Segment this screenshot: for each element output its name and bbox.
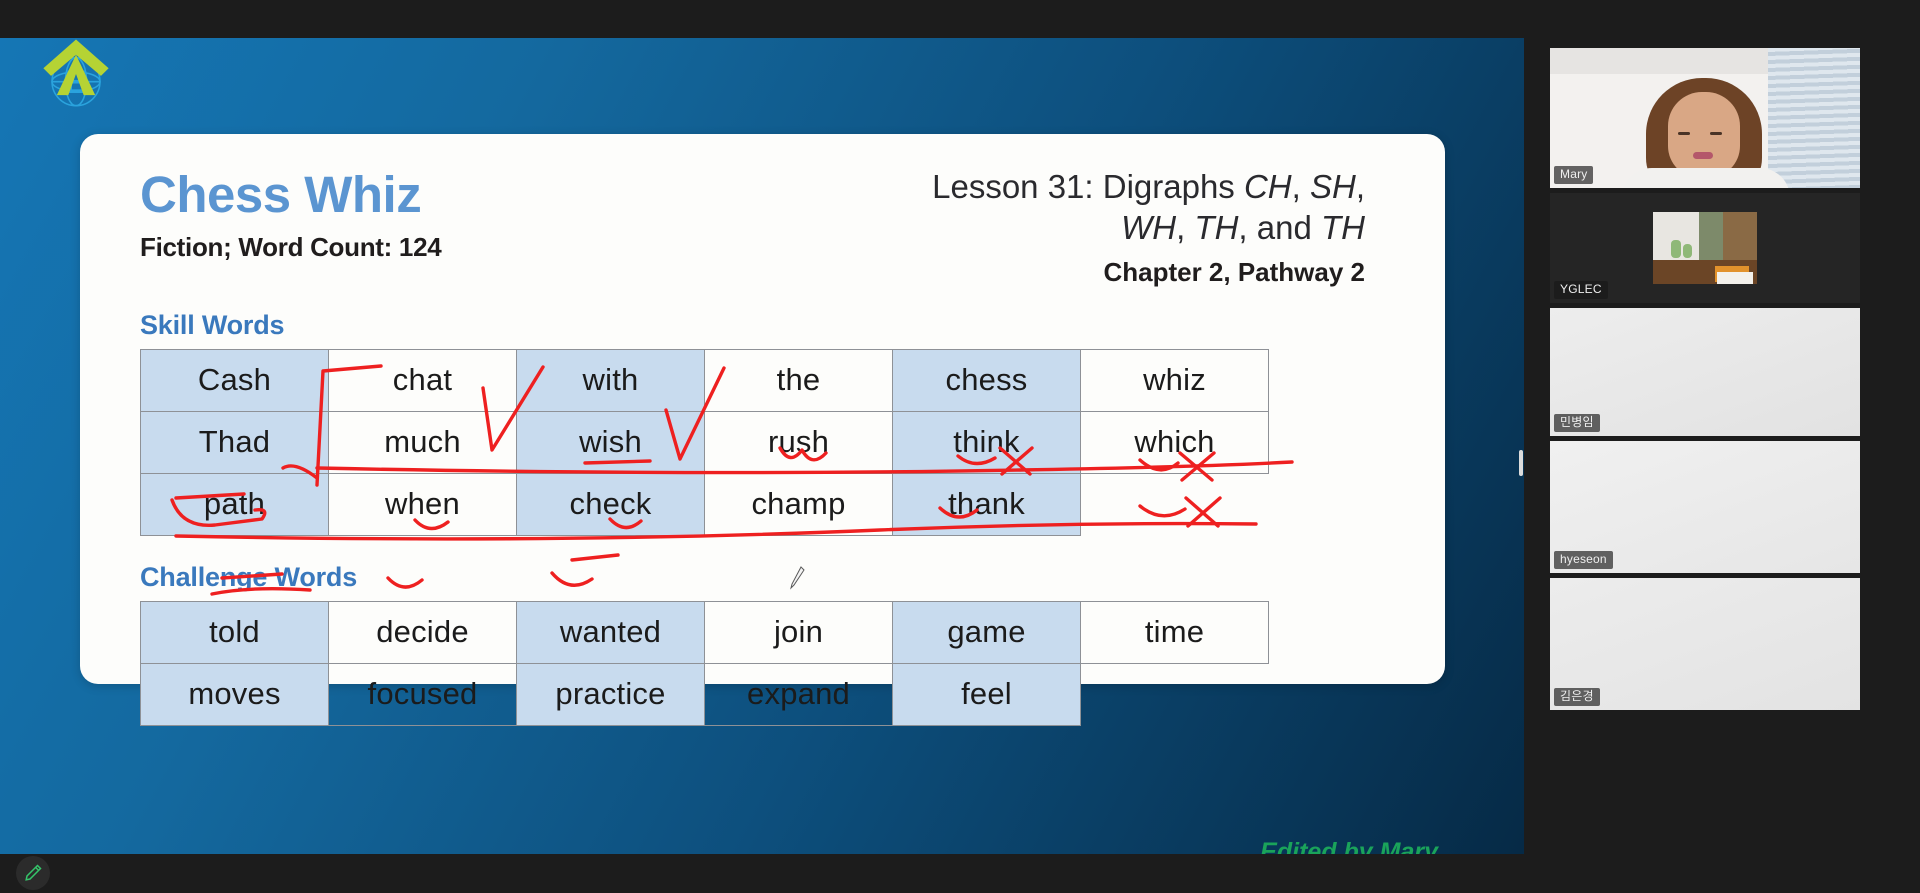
- word-cell-empty[interactable]: [1081, 473, 1269, 535]
- yglec-video-feed: [1653, 212, 1757, 284]
- word-cell[interactable]: join: [704, 600, 893, 664]
- word-cell[interactable]: thank: [892, 472, 1081, 536]
- chapter-label: Chapter 2, Pathway 2: [1103, 256, 1365, 287]
- word-cell[interactable]: wanted: [516, 600, 705, 664]
- word-cell-empty[interactable]: [1081, 663, 1269, 725]
- word-cell[interactable]: told: [140, 600, 329, 664]
- table-row: path when check champ thank: [140, 472, 1269, 536]
- skill-words-table: Cash chat with the chess whiz Thad much wish rush…: [140, 348, 1269, 536]
- slide-header-left: Chess Whiz Fiction; Word Count: 124: [140, 160, 442, 263]
- word-cell[interactable]: think: [892, 410, 1081, 474]
- word-cell[interactable]: when: [328, 472, 517, 536]
- word-cell[interactable]: decide: [328, 600, 517, 664]
- table-row: told decide wanted join game time: [140, 600, 1269, 664]
- word-cell[interactable]: chat: [328, 348, 517, 412]
- globe-arrow-logo: E: [43, 39, 109, 107]
- page-title: Chess Whiz: [140, 166, 422, 223]
- word-cell[interactable]: Cash: [140, 348, 329, 412]
- editor-credit: Edited by Mary: [1260, 838, 1438, 854]
- participant-tile-kimeunkyung[interactable]: 김은경: [1550, 578, 1860, 710]
- word-cell[interactable]: with: [516, 348, 705, 412]
- word-cell[interactable]: path: [140, 472, 329, 536]
- word-cell[interactable]: rush: [704, 410, 893, 474]
- word-cell[interactable]: chess: [892, 348, 1081, 412]
- book-meta: Fiction; Word Count: 124: [140, 231, 442, 262]
- digraph-wh: WH: [1121, 209, 1177, 247]
- challenge-words-table: told decide wanted join game time moves focused…: [140, 600, 1269, 726]
- participant-name-label: YGLEC: [1554, 280, 1608, 299]
- slide-header-right: Lesson 31: Digraphs CH, SH, WH, TH, and …: [895, 160, 1385, 288]
- word-cell[interactable]: which: [1080, 410, 1269, 474]
- word-cell[interactable]: wish: [516, 410, 705, 474]
- shared-slide-stage: E Chess Whiz Fiction; Word Count: 124 Le…: [0, 38, 1524, 854]
- participant-name-label: 민병임: [1554, 413, 1600, 432]
- slide-header: Chess Whiz Fiction; Word Count: 124 Less…: [140, 160, 1385, 288]
- digraph-th-2: TH: [1321, 209, 1365, 247]
- word-cell[interactable]: expand: [704, 662, 893, 726]
- participant-name-label: Mary: [1554, 165, 1594, 184]
- digraph-ch: CH: [1243, 168, 1292, 205]
- word-cell[interactable]: practice: [516, 662, 705, 726]
- skill-words-heading: Skill Words: [140, 309, 285, 340]
- mary-video-feed: [1550, 48, 1860, 188]
- participant-tile-mary[interactable]: Mary: [1550, 48, 1860, 188]
- participant-tile-minbyeongim[interactable]: 민병임: [1550, 308, 1860, 436]
- word-cell[interactable]: game: [892, 600, 1081, 664]
- pencil-icon: [25, 864, 42, 881]
- meeting-screen-share-view: E Chess Whiz Fiction; Word Count: 124 Le…: [0, 0, 1920, 893]
- pen-cursor: [790, 566, 805, 590]
- lesson-prefix: Lesson 31: Digraphs: [932, 168, 1244, 205]
- word-cell[interactable]: much: [328, 410, 517, 474]
- table-row: Thad much wish rush think which: [140, 410, 1269, 474]
- participant-tile-yglec[interactable]: YGLEC: [1550, 193, 1860, 303]
- table-row: moves focused practice expand feel: [140, 662, 1269, 726]
- participant-tile-hyeseon[interactable]: hyeseon: [1550, 441, 1860, 573]
- word-cell[interactable]: the: [704, 348, 893, 412]
- stage-resize-handle[interactable]: [1519, 450, 1523, 476]
- word-cell[interactable]: focused: [328, 662, 517, 726]
- word-cell[interactable]: whiz: [1080, 348, 1269, 412]
- lesson-title: Lesson 31: Digraphs CH, SH, WH, TH, and …: [895, 166, 1365, 249]
- word-cell[interactable]: time: [1080, 600, 1269, 664]
- word-cell[interactable]: feel: [892, 662, 1081, 726]
- word-cell[interactable]: check: [516, 472, 705, 536]
- participant-strip: Mary YGLEC 민병임 hyeseon 김은경: [1524, 0, 1920, 893]
- lesson-sep-3: ,: [1176, 209, 1195, 247]
- annotate-tool-button[interactable]: [16, 856, 50, 890]
- participant-name-label: 김은경: [1554, 687, 1600, 706]
- window-blinds: [1768, 48, 1860, 188]
- digraph-sh: SH: [1309, 168, 1356, 205]
- word-cell[interactable]: champ: [704, 472, 893, 536]
- lesson-sep-2: ,: [1355, 168, 1365, 205]
- participant-name-label: hyeseon: [1554, 550, 1613, 569]
- lesson-sep-1: ,: [1291, 168, 1310, 205]
- table-row: Cash chat with the chess whiz: [140, 348, 1269, 412]
- word-cell[interactable]: Thad: [140, 410, 329, 474]
- slide-card: Chess Whiz Fiction; Word Count: 124 Less…: [80, 134, 1445, 726]
- challenge-words-heading: Challenge Words: [140, 561, 358, 592]
- digraph-th-1: TH: [1194, 209, 1239, 247]
- lesson-sep-4: , and: [1238, 209, 1321, 247]
- word-cell[interactable]: moves: [140, 662, 329, 726]
